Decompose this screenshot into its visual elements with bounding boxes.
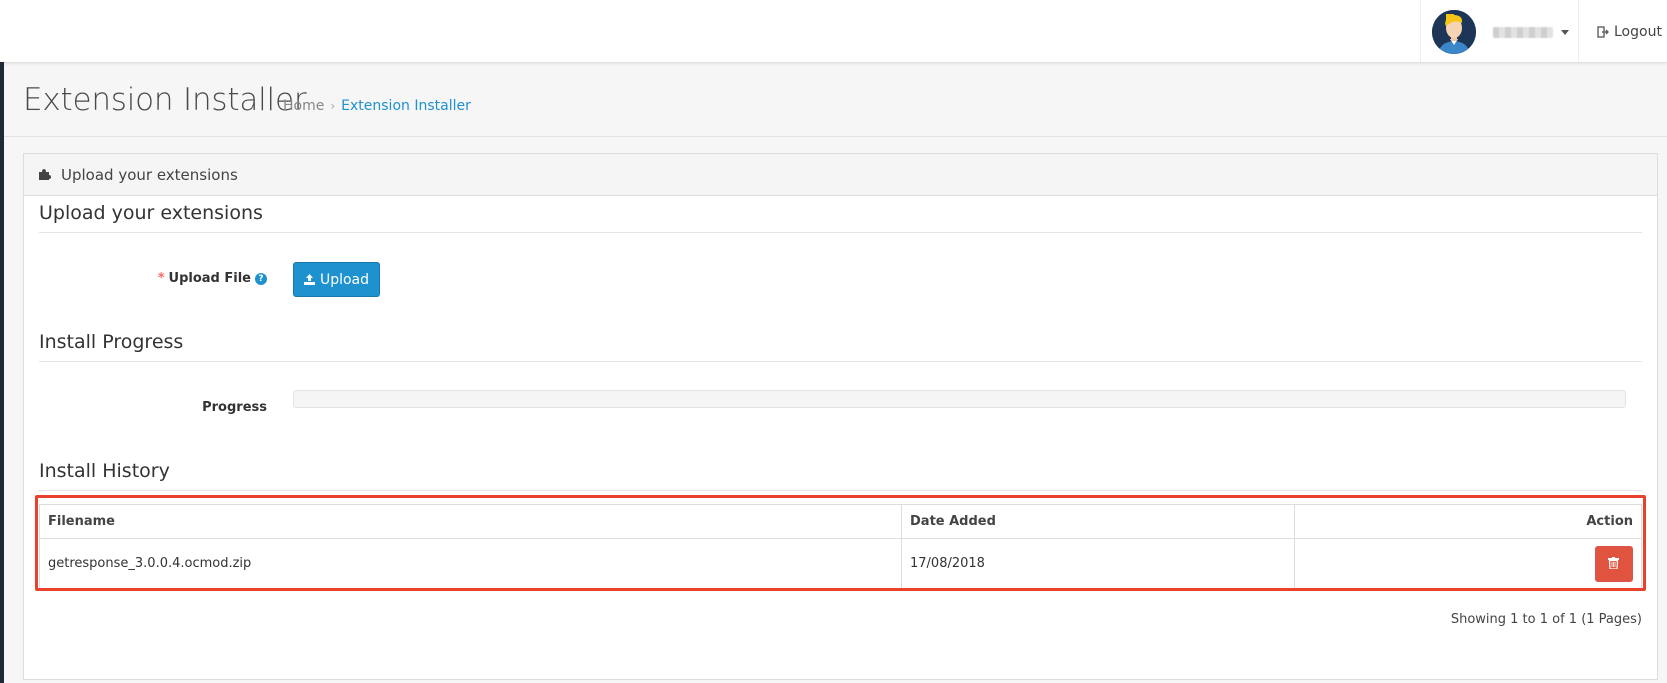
- logout-label: Logout: [1614, 24, 1662, 40]
- logout-link[interactable]: Logout: [1597, 22, 1662, 42]
- top-navbar: Logout: [0, 0, 1667, 63]
- sidebar-edge: [0, 62, 4, 683]
- puzzle-piece-icon: [39, 169, 51, 180]
- breadcrumb-extension-installer[interactable]: Extension Installer: [341, 98, 471, 114]
- upload-legend: Upload your extensions: [39, 202, 1642, 233]
- sign-out-icon: [1597, 26, 1609, 38]
- breadcrumb-separator-icon: ›: [330, 99, 336, 113]
- breadcrumb: Home › Extension Installer: [283, 98, 471, 114]
- pagination-results: Showing 1 to 1 of 1 (1 Pages): [1450, 612, 1642, 627]
- page-header: Extension Installer Home › Extension Ins…: [4, 62, 1667, 137]
- panel-heading: Upload your extensions: [24, 154, 1657, 196]
- upload-button-label: Upload: [319, 271, 370, 288]
- upload-panel: Upload your extensions Upload your exten…: [23, 153, 1658, 680]
- panel-heading-title: Upload your extensions: [61, 165, 238, 184]
- page-title: Extension Installer: [23, 82, 307, 118]
- upload-icon: [303, 274, 315, 285]
- breadcrumb-home[interactable]: Home: [283, 98, 324, 114]
- chevron-down-icon[interactable]: [1561, 30, 1569, 35]
- required-marker: *: [157, 271, 165, 286]
- username-redacted: [1493, 27, 1553, 38]
- upload-button[interactable]: Upload: [293, 262, 380, 297]
- user-menu[interactable]: [1420, 0, 1579, 62]
- progress-bar: [293, 390, 1626, 408]
- progress-label: Progress: [202, 400, 267, 415]
- install-history-legend: Install History: [39, 460, 1642, 491]
- avatar: [1432, 10, 1476, 54]
- help-icon[interactable]: ?: [255, 272, 267, 285]
- install-progress-legend: Install Progress: [39, 331, 1642, 362]
- install-history-highlight: [35, 495, 1646, 591]
- upload-file-label: * Upload File?: [158, 271, 267, 286]
- upload-file-label-text: Upload File: [168, 271, 251, 286]
